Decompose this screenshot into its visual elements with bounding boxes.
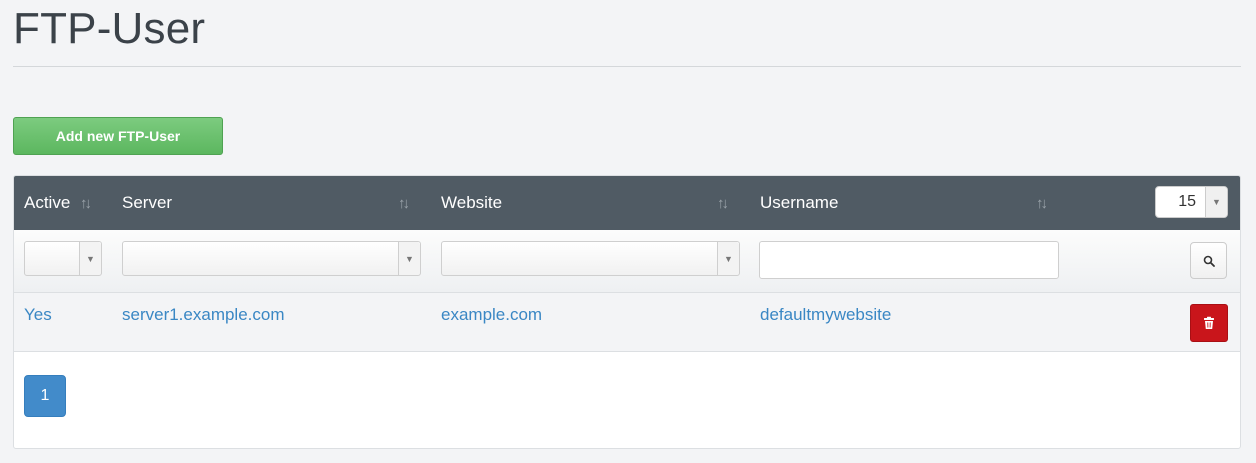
search-icon — [1203, 255, 1215, 267]
sort-arrows-icon[interactable]: ↑↓ — [398, 195, 410, 212]
page-size-select[interactable]: 15 ▼ — [1155, 186, 1228, 218]
filter-server-select[interactable]: ▼ — [122, 241, 421, 276]
sort-arrows-icon[interactable]: ↑↓ — [80, 195, 92, 212]
caret-down-icon: ▼ — [398, 242, 420, 275]
add-ftp-user-button[interactable]: Add new FTP-User — [13, 117, 223, 155]
delete-button[interactable] — [1190, 304, 1228, 342]
column-header-active[interactable]: Active — [24, 176, 70, 230]
title-divider — [13, 66, 1241, 67]
page-size-value: 15 — [1178, 193, 1196, 210]
column-label-active: Active — [24, 193, 71, 212]
caret-down-icon: ▼ — [717, 242, 739, 275]
column-header-website[interactable]: Website — [441, 176, 502, 230]
filter-username-input[interactable] — [759, 241, 1059, 279]
column-label-server: Server — [122, 193, 173, 212]
table-header: Active ↑↓ Server ↑↓ Website ↑↓ Username … — [14, 176, 1240, 230]
column-header-username[interactable]: Username — [760, 176, 838, 230]
cell-website[interactable]: example.com — [441, 293, 542, 337]
filter-active-select[interactable]: ▼ — [24, 241, 102, 276]
filter-website-select[interactable]: ▼ — [441, 241, 740, 276]
ftp-user-table: Active ↑↓ Server ↑↓ Website ↑↓ Username … — [13, 175, 1241, 449]
cell-server[interactable]: server1.example.com — [122, 293, 285, 337]
cell-username[interactable]: defaultmywebsite — [760, 293, 891, 337]
caret-down-icon: ▼ — [79, 242, 101, 275]
search-button[interactable] — [1190, 242, 1227, 279]
column-label-website: Website — [441, 193, 503, 212]
table-row[interactable]: Yes server1.example.com example.com defa… — [14, 293, 1240, 352]
column-header-server[interactable]: Server — [122, 176, 172, 230]
cell-active[interactable]: Yes — [24, 293, 52, 337]
page-title: FTP-User — [13, 4, 206, 53]
caret-down-icon: ▼ — [1205, 187, 1227, 217]
column-label-username: Username — [760, 193, 839, 212]
sort-arrows-icon[interactable]: ↑↓ — [1036, 195, 1048, 212]
trash-icon — [1204, 316, 1214, 329]
filter-row: ▼ ▼ ▼ — [14, 230, 1240, 293]
sort-arrows-icon[interactable]: ↑↓ — [717, 195, 729, 212]
pagination-page-button[interactable]: 1 — [24, 375, 66, 417]
